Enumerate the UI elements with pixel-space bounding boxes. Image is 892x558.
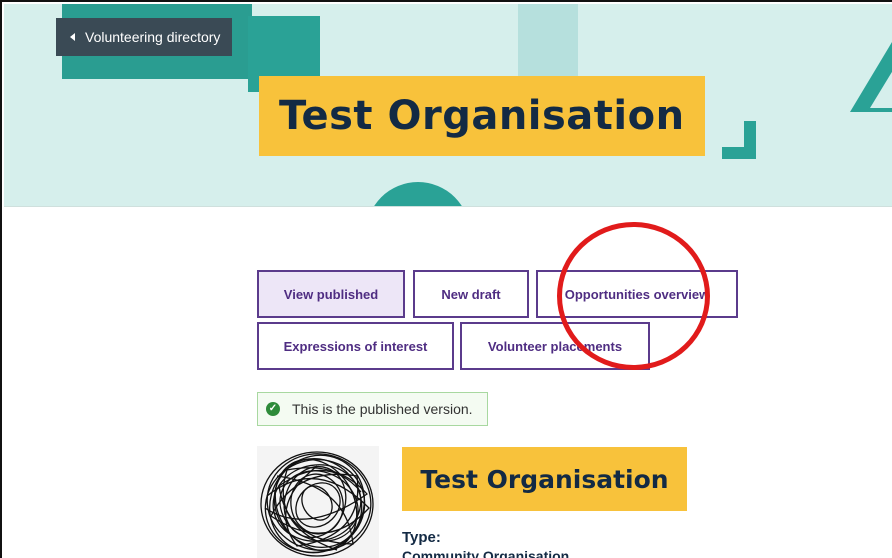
page: Volunteering directory Test Organisation… (0, 0, 892, 558)
organisation-name: Test Organisation (402, 447, 687, 511)
status-notice: ✓ This is the published version. (257, 392, 488, 426)
hero-decoration (722, 121, 756, 159)
back-link[interactable]: Volunteering directory (56, 18, 233, 56)
hero-decoration (870, 62, 892, 108)
type-label: Type: (402, 529, 441, 546)
hero-banner: Volunteering directory Test Organisation (4, 4, 892, 207)
tab-volunteer-placements[interactable]: Volunteer placements (460, 322, 650, 370)
caret-left-icon (70, 33, 75, 41)
scribble-logo-image (260, 451, 374, 557)
status-notice-text: This is the published version. (292, 401, 473, 417)
tab-view-published[interactable]: View published (257, 270, 405, 318)
tab-opportunities-overview[interactable]: Opportunities overview (536, 270, 738, 318)
page-title: Test Organisation (259, 76, 705, 156)
check-circle-icon: ✓ (266, 402, 280, 416)
hero-decoration (366, 182, 470, 206)
organisation-logo (257, 446, 379, 558)
tab-expressions-of-interest[interactable]: Expressions of interest (257, 322, 454, 370)
type-value: Community Organisation (402, 548, 570, 558)
tab-new-draft[interactable]: New draft (413, 270, 529, 318)
back-link-label: Volunteering directory (85, 29, 221, 45)
